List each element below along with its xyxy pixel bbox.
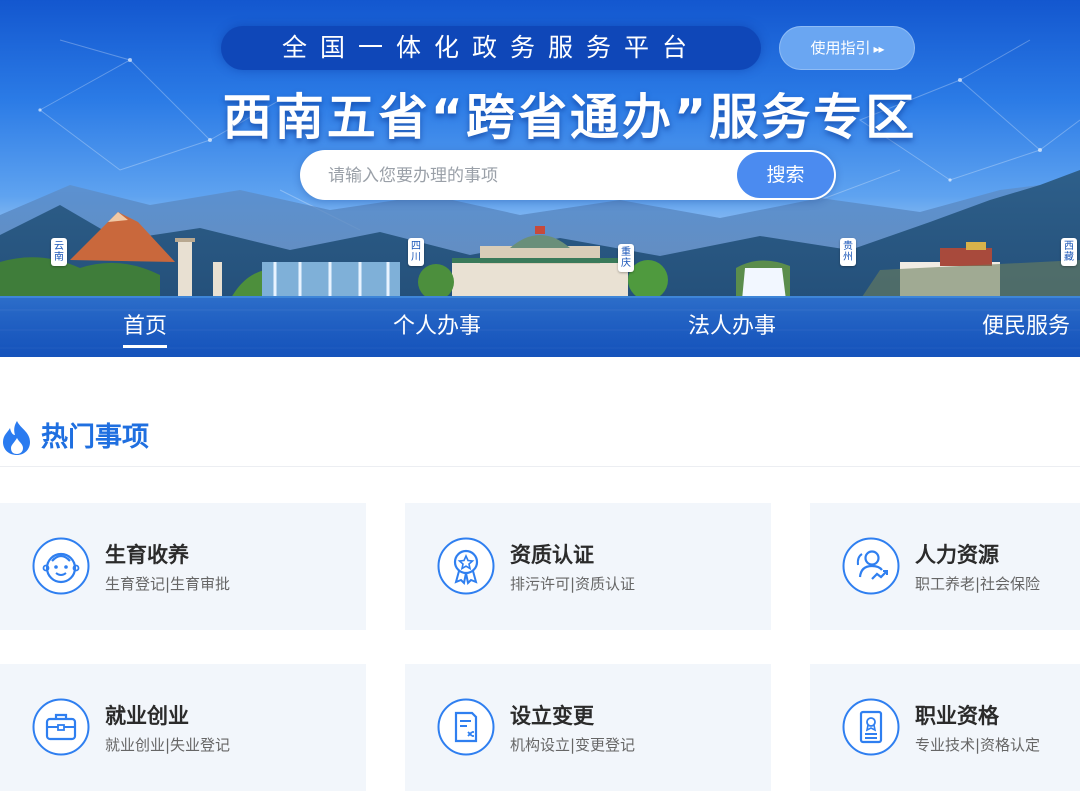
page-title: 西南五省“跨省通办”服务专区 [222,89,918,146]
service-card-birth-adoption[interactable]: 生育收养 生育登记|生育审批 [0,503,366,630]
search-input[interactable] [326,150,730,202]
award-badge-icon [437,537,495,595]
service-card-establishment-change[interactable]: 设立变更 机构设立|变更登记 [405,664,771,791]
briefcase-icon [32,698,90,756]
service-card-employment[interactable]: 就业创业 就业创业|失业登记 [0,664,366,791]
province-tag-yunnan: 云南 [51,238,67,266]
search-bar: 搜索 [300,150,836,202]
province-tag-sichuan: 四川 [408,238,424,266]
main-nav: 首页 个人办事 法人办事 便民服务 [0,298,1080,357]
user-guide-button[interactable]: 使用指引 ▸▸ [779,26,915,70]
guide-button-label: 使用指引 [810,39,871,57]
service-card-qualification[interactable]: 资质认证 排污许可|资质认证 [405,503,771,630]
nav-item-convenience[interactable]: 便民服务 [982,312,1070,342]
double-chevron-right-icon: ▸▸ [873,42,884,56]
search-button[interactable]: 搜索 [737,152,834,198]
card-subtitle: 生育登记|生育审批 [105,575,231,593]
card-subtitle: 专业技术|资格认定 [915,736,1041,754]
flame-icon [3,421,30,455]
card-subtitle: 机构设立|变更登记 [510,736,636,754]
card-subtitle: 就业创业|失业登记 [105,736,231,754]
nav-item-personal[interactable]: 个人办事 [393,312,481,342]
card-title: 人力资源 [915,543,999,567]
baby-face-icon [32,537,90,595]
card-title: 职业资格 [915,704,999,728]
document-shuffle-icon [437,698,495,756]
people-growth-icon [842,537,900,595]
section-title: 热门事项 [41,422,149,453]
card-title: 资质认证 [510,543,594,567]
province-tag-chongqing: 重庆 [618,244,634,272]
section-divider [0,466,1080,467]
card-title: 就业创业 [105,704,189,728]
nav-item-home[interactable]: 首页 [123,312,168,348]
card-subtitle: 排污许可|资质认证 [510,575,636,593]
province-tag-guizhou: 贵州 [840,238,856,266]
service-card-vocational-qualification[interactable]: 职业资格 专业技术|资格认定 [810,664,1080,791]
service-card-human-resources[interactable]: 人力资源 职工养老|社会保险 [810,503,1080,630]
card-subtitle: 职工养老|社会保险 [915,575,1041,593]
card-title: 设立变更 [510,704,594,728]
nav-item-legal-entity[interactable]: 法人办事 [688,312,776,342]
certificate-icon [842,698,900,756]
card-title: 生育收养 [105,543,189,567]
province-tag-xizang: 西藏 [1061,238,1077,266]
platform-name: 全国一体化政务服务平台 [221,26,761,70]
header-banner: 全国一体化政务服务平台 使用指引▸▸ 西南五省“跨省通办”服务专区 搜索 云南 … [0,0,1080,357]
